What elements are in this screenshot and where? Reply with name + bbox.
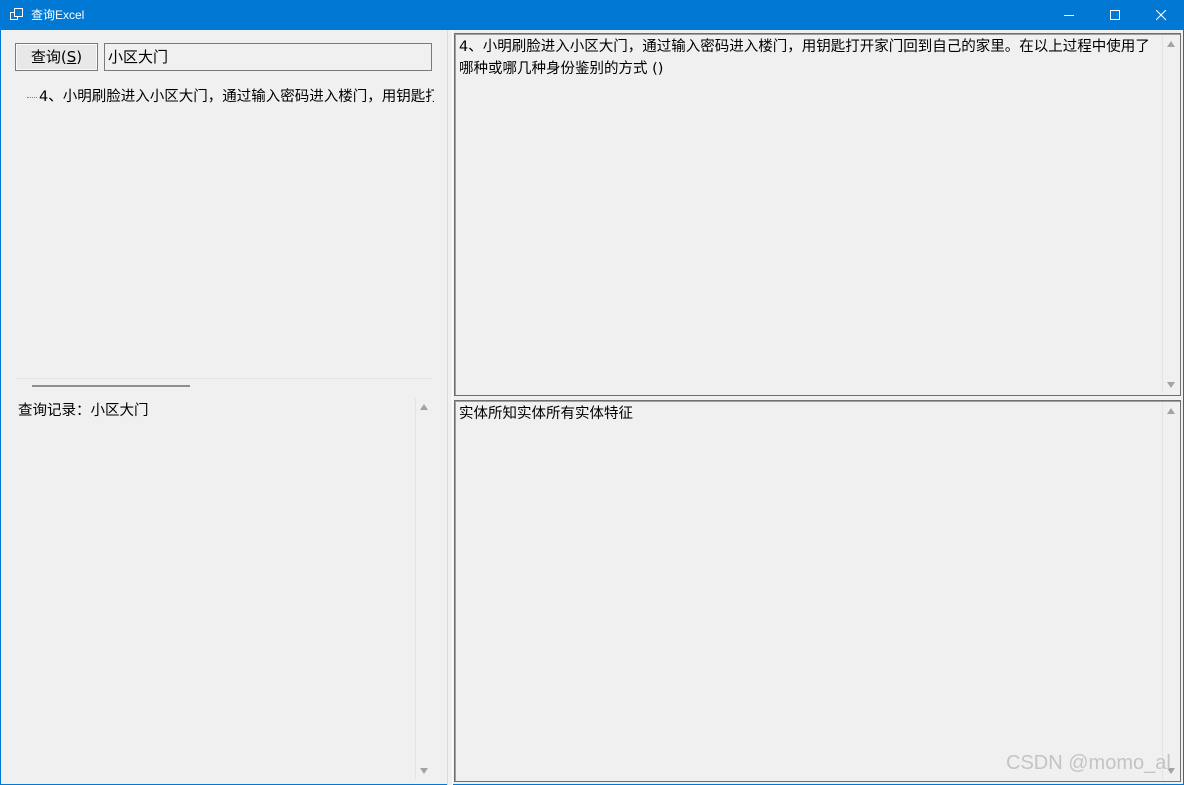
question-text: 4、小明刷脸进入小区大门，通过输入密码进入楼门，用钥匙打开家门回到自己的家里。在… [459,39,1150,77]
query-button-label-end: ) [76,48,83,66]
maximize-button[interactable] [1092,0,1138,30]
window-title: 查询Excel [31,8,85,22]
tree-connector [27,97,37,98]
title-bar: 查询Excel [0,0,1184,30]
history-box[interactable]: 查询记录：小区大门 [12,398,432,780]
history-scrollbar[interactable] [415,398,432,780]
history-text: 查询记录：小区大门 [18,403,149,419]
app-window-icon[interactable] [10,8,24,22]
question-textbox[interactable]: 4、小明刷脸进入小区大门，通过输入密码进入楼门，用钥匙打开家门回到自己的家里。在… [454,33,1181,396]
scroll-up-icon[interactable] [1167,41,1175,47]
close-button[interactable] [1138,0,1184,30]
tree-item[interactable]: 4、小明刷脸进入小区大门，通过输入密码进入楼门，用钥匙打开家门回到自己的家里。在… [39,87,434,107]
scroll-up-icon[interactable] [420,404,428,410]
question-scrollbar[interactable] [1162,35,1179,394]
query-button-accelerator: S [66,48,77,66]
splitter-grip[interactable] [32,385,190,387]
query-button[interactable]: 查询(S) [15,43,98,71]
watermark: CSDN @momo_al [1006,752,1171,774]
answer-textbox[interactable]: 实体所知实体所有实体特征 [454,400,1181,782]
vertical-splitter[interactable] [447,30,453,785]
minimize-icon [1064,15,1074,16]
query-button-label: 查询( [30,48,67,66]
close-icon [1156,10,1167,21]
scroll-down-icon[interactable] [420,768,428,774]
minimize-button[interactable] [1046,0,1092,30]
scroll-down-icon[interactable] [1167,382,1175,388]
answer-text: 实体所知实体所有实体特征 [459,406,633,422]
search-input[interactable]: 小区大门 [104,43,432,71]
horizontal-divider [16,378,432,379]
results-tree[interactable]: 4、小明刷脸进入小区大门，通过输入密码进入楼门，用钥匙打开家门回到自己的家里。在… [16,84,436,374]
maximize-icon [1110,10,1120,20]
answer-scrollbar[interactable] [1162,402,1179,780]
scroll-up-icon[interactable] [1167,408,1175,414]
